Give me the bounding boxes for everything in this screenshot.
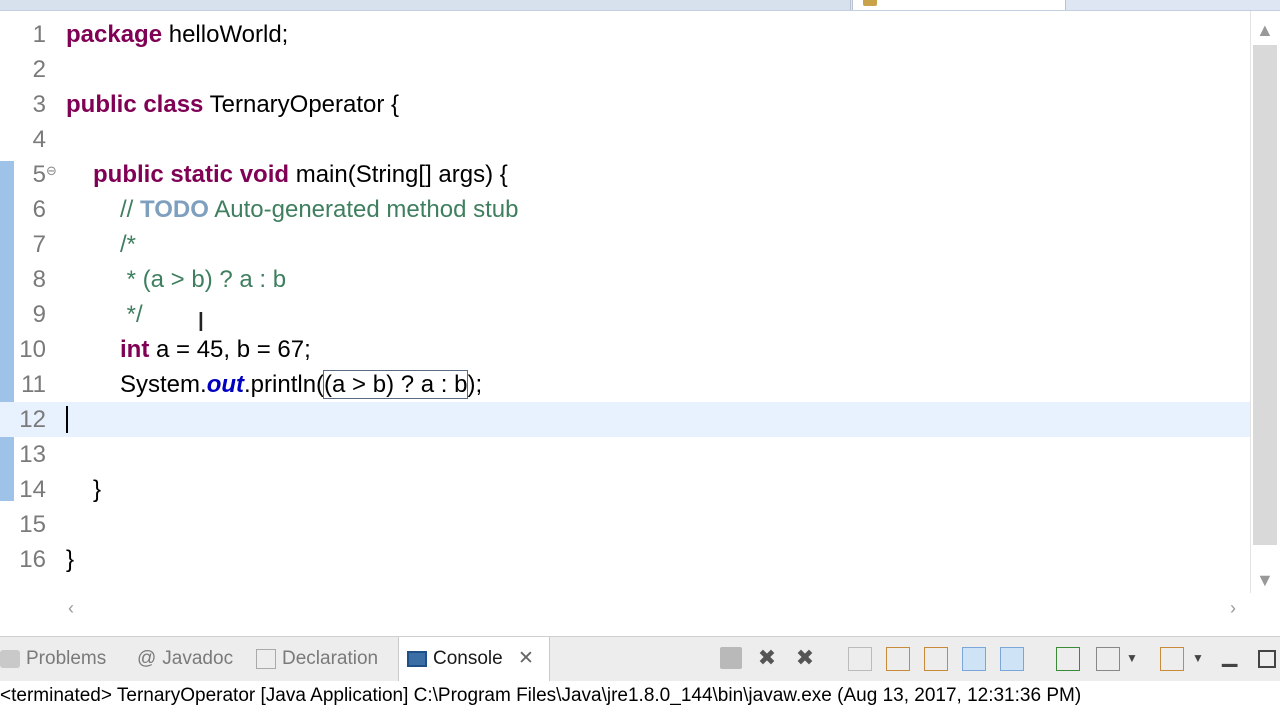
code-line: 4 bbox=[0, 122, 1250, 157]
code-line: 11 System.out.println((a > b) ? a : b); bbox=[0, 367, 1250, 402]
code-line: 5 ⊖ public static void main(String[] arg… bbox=[0, 157, 1250, 192]
code-text: public class TernaryOperator { bbox=[66, 91, 400, 118]
code-text: } bbox=[93, 476, 102, 503]
scroll-up-icon[interactable]: ▲ bbox=[1256, 20, 1274, 41]
at-sign-icon: @ bbox=[137, 648, 157, 669]
problems-icon bbox=[0, 649, 20, 668]
code-text: int a = 45, b = 67; bbox=[120, 336, 311, 363]
scroll-down-icon[interactable]: ▼ bbox=[1256, 570, 1274, 591]
code-line: 3 public class TernaryOperator { bbox=[0, 87, 1250, 122]
show-console-stderr-icon[interactable] bbox=[1000, 647, 1024, 671]
minimize-icon[interactable]: ▁ bbox=[1222, 646, 1244, 669]
display-selected-console-icon[interactable] bbox=[1096, 647, 1120, 671]
maximize-icon[interactable] bbox=[1258, 650, 1276, 668]
remove-launch-icon[interactable]: ✖ bbox=[756, 647, 778, 669]
fold-collapse-icon[interactable]: ⊖ bbox=[46, 163, 57, 179]
scroll-left-icon[interactable]: ‹ bbox=[68, 598, 74, 619]
code-line: 13 bbox=[0, 437, 1250, 472]
line-number: 7 bbox=[32, 231, 46, 258]
chevron-down-icon[interactable]: ▼ bbox=[1192, 647, 1214, 669]
code-line-current: 12 bbox=[0, 402, 1250, 437]
line-number: 2 bbox=[32, 56, 46, 83]
code-line: 7 /* bbox=[0, 227, 1250, 262]
code-comment: * (a > b) ? a : b bbox=[120, 266, 287, 293]
code-line: 15 bbox=[0, 507, 1250, 542]
line-number: 11 bbox=[21, 371, 46, 398]
line-number: 15 bbox=[19, 511, 46, 538]
text-caret bbox=[66, 406, 68, 433]
code-line: 9 */ bbox=[0, 297, 1250, 332]
chevron-down-icon[interactable]: ▼ bbox=[1126, 647, 1148, 669]
close-tab-icon[interactable]: ✕ bbox=[518, 648, 534, 669]
code-text: public static void main(String[] args) { bbox=[93, 161, 508, 188]
pin-console-icon[interactable] bbox=[1056, 647, 1080, 671]
code-line: 14 } bbox=[0, 472, 1250, 507]
line-number: 9 bbox=[32, 301, 46, 328]
tab-declaration[interactable]: Declaration bbox=[256, 637, 396, 681]
word-wrap-icon[interactable] bbox=[924, 647, 948, 671]
line-number: 1 bbox=[32, 21, 46, 48]
line-number: 13 bbox=[19, 441, 46, 468]
line-number: 4 bbox=[32, 126, 46, 153]
code-comment: */ bbox=[120, 301, 143, 328]
tab-javadoc[interactable]: @ Javadoc bbox=[137, 637, 247, 681]
code-line: 6 // TODO Auto-generated method stub bbox=[0, 192, 1250, 227]
code-line: 8 * (a > b) ? a : b bbox=[0, 262, 1250, 297]
tab-console[interactable]: Console ✕ bbox=[398, 637, 550, 681]
code-text: package helloWorld; bbox=[66, 21, 289, 48]
vertical-scrollbar-thumb[interactable] bbox=[1253, 45, 1277, 545]
code-line: 16 } bbox=[0, 542, 1250, 577]
linked-selection[interactable]: (a > b) ? a : b bbox=[323, 370, 469, 399]
line-number: 12 bbox=[19, 406, 46, 433]
editor-tab[interactable] bbox=[0, 0, 201, 10]
console-status-text: <terminated> TernaryOperator [Java Appli… bbox=[0, 682, 1280, 712]
remove-all-launches-icon[interactable]: ✖ bbox=[794, 647, 816, 669]
editor-tab[interactable] bbox=[640, 0, 851, 10]
console-icon bbox=[407, 650, 427, 667]
open-console-icon[interactable] bbox=[1160, 647, 1184, 671]
ibeam-cursor-icon: I bbox=[197, 306, 205, 337]
editor-tab[interactable] bbox=[410, 0, 641, 10]
tab-problems[interactable]: Problems bbox=[0, 637, 130, 681]
code-comment: // TODO Auto-generated method stub bbox=[120, 196, 519, 223]
line-number: 6 bbox=[32, 196, 46, 223]
horizontal-scrollbar[interactable] bbox=[60, 596, 1250, 620]
code-text: System.out.println((a > b) ? a : b); bbox=[120, 370, 483, 399]
editor-tab-active[interactable] bbox=[852, 0, 1066, 10]
java-file-icon bbox=[863, 0, 877, 6]
terminate-icon[interactable] bbox=[720, 647, 742, 669]
line-number: 3 bbox=[32, 91, 46, 118]
line-number: 16 bbox=[19, 546, 46, 573]
code-text: } bbox=[66, 546, 75, 573]
editor-tab-strip bbox=[0, 0, 1280, 11]
bottom-panel-tabs: Problems @ Javadoc Declaration Console ✕ bbox=[0, 636, 1280, 681]
code-editor[interactable]: 1 package helloWorld; 2 3 public class T… bbox=[0, 11, 1250, 593]
line-number: 10 bbox=[19, 336, 46, 363]
line-number: 5 bbox=[32, 161, 46, 188]
code-line: 10 int a = 45, b = 67; bbox=[0, 332, 1250, 367]
line-number: 14 bbox=[19, 476, 46, 503]
declaration-icon bbox=[256, 648, 276, 669]
code-line: 2 bbox=[0, 52, 1250, 87]
clear-console-icon[interactable] bbox=[848, 647, 872, 671]
show-console-stdout-icon[interactable] bbox=[962, 647, 986, 671]
editor-tab[interactable] bbox=[200, 0, 411, 10]
scroll-right-icon[interactable]: › bbox=[1230, 598, 1236, 619]
code-comment: /* bbox=[120, 231, 137, 258]
line-number: 8 bbox=[32, 266, 46, 293]
code-line: 1 package helloWorld; bbox=[0, 17, 1250, 52]
scroll-lock-icon[interactable] bbox=[886, 647, 910, 671]
